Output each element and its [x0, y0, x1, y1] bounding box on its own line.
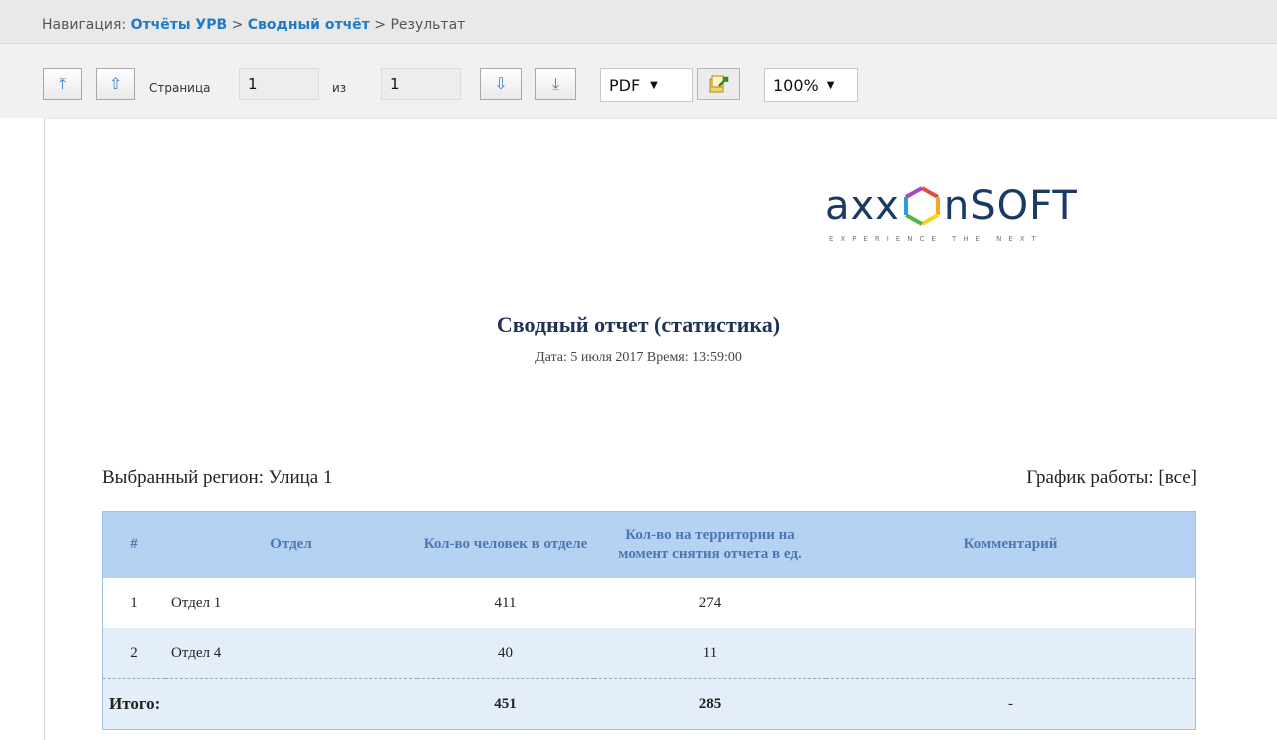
breadcrumb-separator: > [369, 17, 391, 33]
export-button[interactable] [697, 68, 740, 100]
row-people-count: 411 [417, 578, 594, 628]
row-comment [826, 578, 1196, 628]
row-number: 2 [102, 628, 165, 679]
column-header-department: Отдел [165, 511, 417, 578]
work-schedule: График работы: [все] [1026, 467, 1197, 488]
logo-tagline: EXPERIENCE THE NEXT [829, 235, 1043, 243]
next-page-button[interactable]: ⇩ [480, 68, 522, 100]
page-label: Страница [149, 81, 211, 95]
arrow-up-to-top-icon: ⤒ [58, 74, 67, 93]
column-header-people-count: Кол-во человек в отделе [417, 511, 594, 578]
total-territory-count: 285 [594, 678, 826, 730]
column-header-comment: Комментарий [826, 511, 1196, 578]
breadcrumb-separator: > [227, 17, 248, 33]
arrow-up-icon: ⇧ [108, 74, 123, 93]
total-pages-field: 1 [381, 68, 461, 100]
report-date: Дата: 5 июля 2017 Время: 13:59:00 [535, 350, 742, 365]
row-territory-count: 274 [594, 578, 826, 628]
column-header-territory-count: Кол-во на территории на момент снятия от… [594, 511, 826, 578]
export-icon [709, 75, 728, 93]
breadcrumb-link-summary-report[interactable]: Сводный отчёт [248, 17, 370, 33]
row-territory-count: 11 [594, 628, 826, 679]
table-row: 2 Отдел 4 40 11 [102, 628, 1196, 679]
last-page-button[interactable]: ⤓ [535, 68, 576, 100]
logo-text-left: axx [825, 183, 900, 229]
chevron-down-icon: ▼ [826, 79, 835, 91]
of-label: из [332, 81, 347, 95]
arrow-down-icon: ⇩ [494, 74, 508, 93]
report-title: Сводный отчет (статистика) [496, 312, 781, 337]
breadcrumb-prefix: Навигация: [42, 17, 127, 33]
total-comment: - [826, 678, 1196, 730]
navigation-bar: Навигация: Отчёты УРВ > Сводный отчёт > … [0, 0, 1277, 44]
breadcrumb: Навигация: Отчёты УРВ > Сводный отчёт > … [42, 17, 465, 33]
row-comment [826, 628, 1196, 679]
table-total-row: Итого: 451 285 - [102, 678, 1196, 730]
row-department: Отдел 4 [165, 628, 417, 679]
breadcrumb-link-urv-reports[interactable]: Отчёты УРВ [131, 17, 228, 33]
report-toolbar: ⤒ ⇧ Страница 1 из 1 ⇩ ⤓ PDF ▼ 100% ▼ [0, 44, 1277, 118]
row-people-count: 40 [417, 628, 594, 679]
logo-hexagon-icon [903, 186, 940, 226]
table-header-row: # Отдел Кол-во человек в отделе Кол-во н… [102, 511, 1196, 578]
page-number-input[interactable]: 1 [239, 68, 319, 100]
total-people-count: 451 [417, 678, 594, 730]
zoom-select[interactable]: 100% ▼ [764, 68, 858, 102]
row-number: 1 [102, 578, 165, 628]
zoom-value: 100% [773, 75, 819, 95]
breadcrumb-current: Результат [390, 17, 466, 33]
row-department: Отдел 1 [165, 578, 417, 628]
export-format-value: PDF [609, 75, 641, 95]
company-logo: axx nSOFT EXPERIENCE THE NEXT [825, 183, 1078, 243]
total-label: Итого: [102, 678, 417, 730]
chevron-down-icon: ▼ [650, 79, 658, 91]
logo-text-right: nSOFT [943, 183, 1078, 229]
column-header-number: # [102, 511, 165, 578]
export-format-select[interactable]: PDF ▼ [600, 68, 693, 102]
previous-page-button[interactable]: ⇧ [96, 68, 135, 100]
selected-region: Выбранный регион: Улица 1 [102, 467, 333, 488]
first-page-button[interactable]: ⤒ [43, 68, 82, 100]
arrow-down-to-bottom-icon: ⤓ [551, 74, 560, 93]
table-row: 1 Отдел 1 411 274 [102, 578, 1196, 628]
summary-table: # Отдел Кол-во человек в отделе Кол-во н… [102, 511, 1196, 730]
